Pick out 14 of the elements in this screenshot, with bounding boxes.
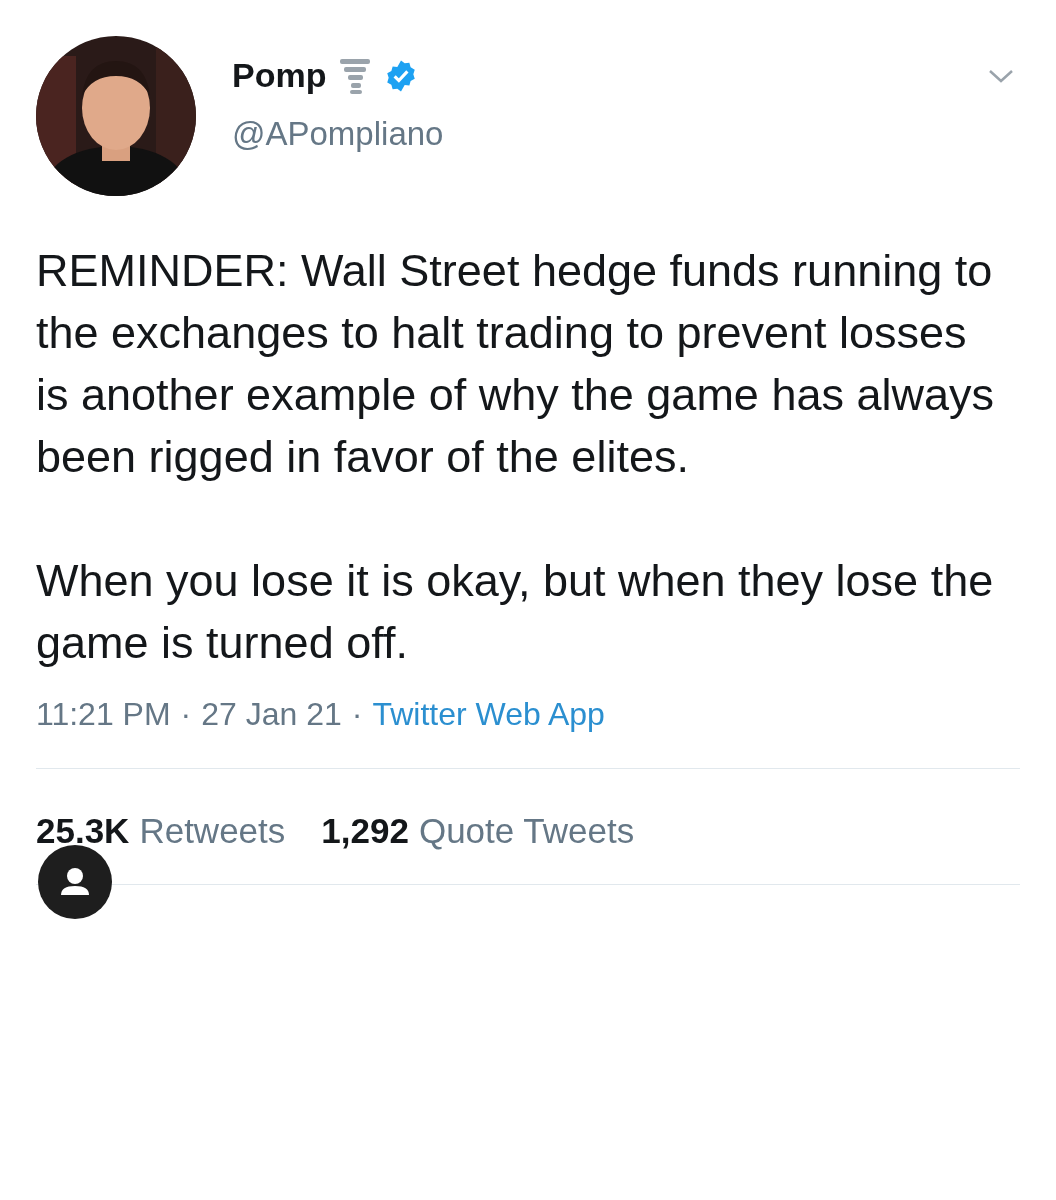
chevron-down-icon[interactable] <box>988 67 1014 84</box>
stat-link[interactable]: 25.3K Retweets <box>36 805 286 858</box>
separator-dot: · <box>351 695 363 734</box>
author-handle: @APompliano <box>232 114 445 154</box>
tornado-icon <box>338 56 373 95</box>
author-name: Pomp <box>232 55 327 96</box>
tweet-time: 11:21 PM <box>36 695 171 734</box>
tweet-date: 27 Jan 21 <box>201 695 342 734</box>
tweet-text: REMINDER: Wall Street hedge funds running to the exchanges to halt trading to prevent losses is another example of why the game has always been rigged in favor of the elites. <box>36 244 995 484</box>
stat-link[interactable]: 1,292 Quote Tweets <box>321 805 635 858</box>
source-link[interactable]: Twitter Web App <box>372 690 605 738</box>
profile-overlay-icon[interactable] <box>38 845 112 919</box>
separator-dot: · <box>180 695 192 734</box>
tweet-text: When you lose it is okay, but when they lose the game is turned off. <box>36 554 995 670</box>
